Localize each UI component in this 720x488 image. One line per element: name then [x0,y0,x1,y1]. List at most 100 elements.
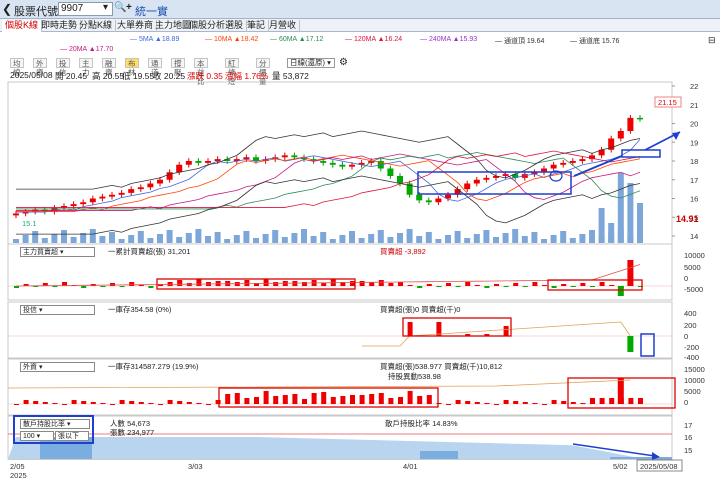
main-force-select[interactable]: 主力買賣超 ▾ [20,247,95,257]
foreign-bar [599,398,605,404]
foreign-bar [148,403,154,404]
price-tick: 20 [690,120,698,129]
foreign-bar [388,398,394,404]
volume-bar [157,234,163,243]
foreign-bar [311,393,317,404]
candle-body [473,179,480,184]
volume-bar [166,230,173,243]
candle-body [214,159,221,161]
retail-unit-select[interactable]: 張以下 [55,431,89,441]
foreign-bar [359,395,365,404]
volume-bar [483,230,490,243]
main-force-bar [484,286,490,288]
main-force-bar [532,282,538,286]
main-force-tick: 10000 [684,251,705,260]
foreign-bar [580,403,586,404]
foreign-bar [609,398,615,404]
trust-tick: -200 [684,343,699,352]
volume-bar [22,235,29,243]
volume-bar [310,236,317,243]
cumulative-line [15,264,641,287]
date-tick: 3/03 [188,462,203,471]
foreign-bar [522,402,528,404]
candle-body [243,157,250,160]
foreign-bar [446,404,451,405]
foreign-bar [628,398,634,404]
volume-bar [598,208,605,243]
foreign-tick: 15000 [684,365,705,374]
foreign-bar [417,396,423,404]
foreign-select[interactable]: 外資 ▾ [20,362,95,372]
retail-tick: 17 [684,421,692,430]
main-force-bar [196,279,202,286]
foreign-tick: 10000 [684,376,705,385]
foreign-bar [167,400,173,404]
foreign-bar [426,395,432,404]
volume-bar [502,233,509,243]
main-force-bar [474,285,480,286]
foreign-bar [590,398,595,404]
foreign-bar [407,391,413,404]
foreign-bar [503,400,509,404]
retail-tick: 16 [684,433,692,442]
foreign-line [7,379,631,389]
main-force-bar [321,283,327,286]
foreign-bar [225,394,231,404]
foreign-bar [617,378,624,404]
foreign-bar [484,403,490,404]
foreign-bar [350,395,355,404]
main-force-bar [599,282,605,286]
retail-area [8,437,640,459]
foreign-bar [196,403,202,404]
retail-threshold-input[interactable]: 100 ▾ [20,431,54,441]
foreign-bar [71,400,77,404]
main-force-bar [513,283,519,286]
volume-bar [301,229,307,243]
price-tick: 17 [690,176,698,185]
retail-select[interactable]: 散戶持股比率 ▾ [20,419,90,429]
candle-body [137,187,144,190]
main-force-bar [522,286,528,287]
candle-body [157,179,163,184]
foreign-tick: 0 [684,398,688,407]
trust-tick: 0 [684,332,688,341]
volume-bar [425,232,432,243]
main-force-bar [417,286,423,288]
trust-select[interactable]: 投信 ▾ [20,305,95,315]
candle-body [80,202,87,205]
main-force-bar [177,280,183,286]
foreign-bar [62,404,67,405]
volume-bar [368,234,375,243]
foreign-bar [330,397,336,404]
volume-bar [41,238,48,243]
volume-bar [627,183,634,243]
foreign-bar [465,401,471,404]
candle-body [128,189,135,193]
main-force-legend-right: 買賣超 -3,892 [380,247,426,256]
foreign-bar [532,403,538,404]
date-tick: 2/05 [10,462,25,471]
candle-body [118,192,125,195]
foreign-bar [206,404,211,405]
main-force-bar [148,286,154,288]
volume-bar [329,239,336,243]
volume-bar [445,235,451,243]
date-tick: 4/01 [403,462,418,471]
candle-body [13,213,19,216]
candle-body [483,177,490,180]
retail-highlight-bar [610,457,672,459]
volume-bar [272,230,279,243]
main-force-bar [617,286,624,296]
foreign-bar [186,402,192,404]
volume-bar [464,238,471,243]
candle-body [560,162,567,165]
candle-body [397,176,403,184]
volume-bar [349,231,355,243]
candle-body [550,164,557,169]
main-force-bar [52,286,58,287]
candle-body [147,183,154,188]
highlight-box [640,333,655,357]
volume-bar [320,232,327,243]
main-force-bar [551,286,557,288]
volume-bar [512,229,519,243]
